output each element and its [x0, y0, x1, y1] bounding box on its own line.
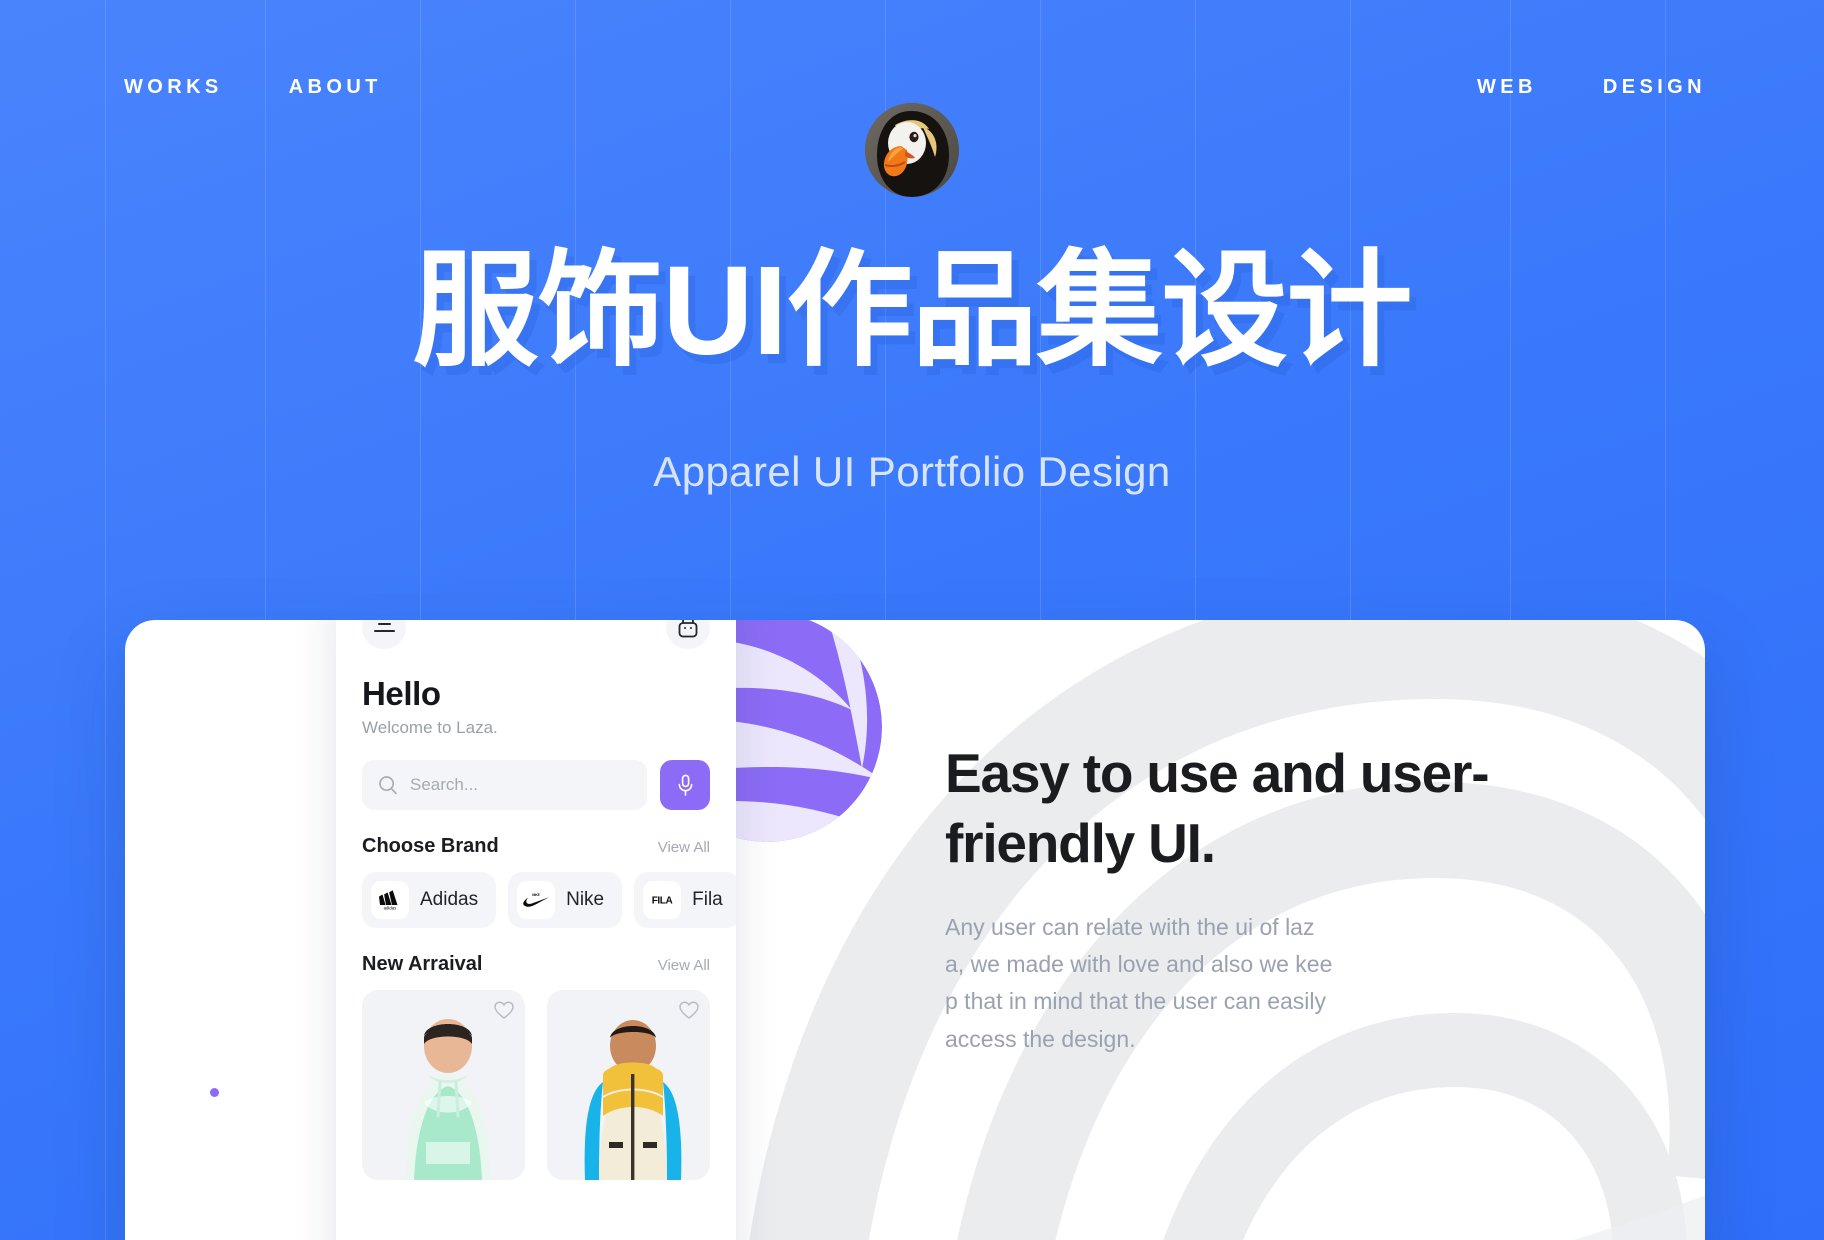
app-header	[362, 620, 710, 649]
search-icon	[379, 776, 397, 795]
page-title: 服饰UI作品集设计	[412, 240, 1413, 381]
search-input[interactable]: Search...	[362, 760, 647, 810]
brand-chip-nike[interactable]: NIKE Nike	[508, 872, 623, 928]
feature-body: Any user can relate with the ui of laz a…	[945, 913, 1333, 1052]
microphone-icon	[678, 774, 692, 796]
svg-text:adidas: adidas	[384, 905, 397, 910]
nav-link-web[interactable]: WEB	[1477, 76, 1537, 99]
mint-hoodie-model-image	[406, 1019, 490, 1180]
page-subtitle: Apparel UI Portfolio Design	[653, 448, 1171, 495]
svg-text:FILA: FILA	[652, 896, 673, 906]
hero-title-wrap: 服饰UI作品集设计	[0, 248, 1824, 374]
shopping-bag-icon	[678, 620, 698, 638]
search-placeholder: Search...	[410, 775, 479, 794]
showcase-card: Hello Welcome to Laza. Search... Choose	[125, 620, 1705, 1240]
product-list	[362, 990, 710, 1180]
arrival-section-title: New Arraival	[362, 953, 483, 975]
brand-view-all-link[interactable]: View All	[658, 839, 710, 856]
nike-logo-icon: NIKE	[517, 881, 556, 919]
product-card-colorblock-jacket[interactable]	[547, 990, 710, 1180]
brand-section-title: Choose Brand	[362, 835, 499, 857]
brand-section-header: Choose Brand View All	[362, 835, 710, 858]
greeting-title: Hello	[362, 675, 441, 712]
brand-list: adidas Adidas NIKE Nike FILA Fila	[362, 872, 736, 928]
colorblock-jacket-model-image	[584, 1020, 682, 1180]
cart-button[interactable]	[666, 620, 710, 649]
brand-name-nike: Nike	[566, 889, 605, 910]
greeting-block: Hello Welcome to Laza.	[362, 675, 710, 738]
nav-link-works[interactable]: WORKS	[124, 76, 223, 99]
puffin-avatar-icon	[865, 103, 959, 197]
greeting-subtitle: Welcome to Laza.	[362, 718, 498, 737]
fila-logo-icon: FILA	[643, 881, 682, 919]
hamburger-icon	[373, 622, 395, 632]
arrival-section-header: New Arraival View All	[362, 953, 710, 976]
top-navigation: WORKS ABOUT WEB DESIGN	[0, 0, 1824, 197]
feature-heading: Easy to use and user-friendly UI.	[945, 742, 1490, 875]
favorite-heart-icon[interactable]	[494, 1001, 514, 1020]
nav-right-group: WEB DESIGN	[1477, 76, 1706, 99]
nav-left-group: WORKS ABOUT	[124, 76, 382, 99]
brand-name-fila: Fila	[692, 889, 723, 910]
product-card-mint-hoodie[interactable]	[362, 990, 525, 1180]
search-row: Search...	[362, 760, 710, 810]
nav-link-design[interactable]: DESIGN	[1603, 76, 1706, 99]
adidas-logo-icon: adidas	[371, 881, 409, 919]
nav-link-about[interactable]: ABOUT	[289, 76, 382, 99]
voice-search-button[interactable]	[660, 760, 710, 810]
brand-name-adidas: Adidas	[420, 889, 479, 910]
svg-text:NIKE: NIKE	[532, 893, 540, 897]
decorative-dot-left	[210, 1088, 219, 1097]
brand-chip-adidas[interactable]: adidas Adidas	[362, 872, 497, 928]
brand-chip-fila[interactable]: FILA Fila	[634, 872, 736, 928]
favorite-heart-icon[interactable]	[679, 1001, 699, 1020]
avatar[interactable]	[865, 103, 959, 197]
menu-button[interactable]	[362, 620, 406, 649]
arrival-view-all-link[interactable]: View All	[658, 957, 710, 974]
phone-mockup: Hello Welcome to Laza. Search... Choose	[336, 620, 736, 1240]
feature-copy: Easy to use and user-friendly UI. Any us…	[945, 738, 1505, 1058]
